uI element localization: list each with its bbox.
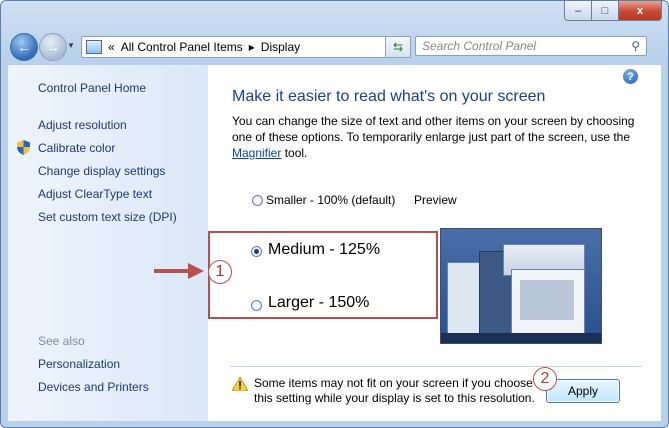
radio-medium[interactable] [251,246,262,257]
divider [230,366,642,367]
annotation-step-2: 2 [533,367,557,391]
annotation-arrow-icon [154,263,204,279]
preview-taskbar [441,333,601,343]
sidebar-item-change-display-settings[interactable]: Change display settings [38,164,165,178]
refresh-icon: ⇆ [392,40,404,54]
preview-image [440,228,602,344]
main-content: ? Make it easier to read what's on your … [208,65,653,421]
search-icon[interactable]: ⚲ [631,39,640,53]
help-icon[interactable]: ? [623,69,638,84]
preview-window [511,269,585,336]
see-also-label: See also [38,334,85,348]
page-title: Make it easier to read what's on your sc… [232,88,546,105]
description-text-end: tool. [281,146,308,160]
forward-button[interactable]: → [39,33,67,61]
address-bar[interactable]: « All Control Panel Items ▸ Display ▼ [81,36,409,58]
address-prefix[interactable]: « [108,40,115,54]
description-text: You can change the size of text and othe… [232,114,635,144]
apply-button[interactable]: Apply [546,379,620,403]
sidebar-item-calibrate-color[interactable]: Calibrate color [38,141,115,155]
title-bar: – □ x [1,1,668,31]
breadcrumb-display[interactable]: Display [261,40,300,54]
warning-icon [232,377,248,391]
recent-pages-dropdown-icon[interactable]: ▼ [67,41,75,50]
sidebar-item-custom-text-size[interactable]: Set custom text size (DPI) [38,210,177,224]
minimize-button[interactable]: – [564,1,592,21]
radio-larger[interactable] [251,300,262,311]
close-button[interactable]: x [619,1,662,21]
sidebar-item-devices-printers[interactable]: Devices and Printers [38,380,149,394]
search-input[interactable]: Search Control Panel ⚲ [415,36,647,56]
breadcrumb-separator[interactable]: ▸ [249,40,255,54]
option-label-larger[interactable]: Larger - 150% [268,294,369,312]
annotation-step-1: 1 [208,260,232,284]
sidebar: Control Panel Home Adjust resolution Cal… [8,65,208,421]
window-controls: – □ x [564,1,662,21]
breadcrumb-all-items[interactable]: All Control Panel Items [121,40,243,54]
magnifier-link[interactable]: Magnifier [232,146,281,160]
radio-smaller[interactable] [252,195,263,206]
navigation-bar: ← → ▼ « All Control Panel Items ▸ Displa… [1,31,668,65]
sidebar-item-adjust-resolution[interactable]: Adjust resolution [38,118,127,132]
uac-shield-icon [17,140,30,155]
back-button[interactable]: ← [10,33,38,61]
refresh-button[interactable]: ⇆ [385,36,411,58]
option-label-smaller[interactable]: Smaller - 100% (default) [266,193,395,207]
search-placeholder: Search Control Panel [422,39,537,53]
maximize-button[interactable]: □ [592,1,619,21]
scrollbar[interactable] [653,65,661,421]
option-label-medium[interactable]: Medium - 125% [268,241,380,259]
warning-text: Some items may not fit on your screen if… [254,376,535,405]
display-window: – □ x ← → ▼ « All Control Panel Items ▸ … [0,0,669,428]
sidebar-item-personalization[interactable]: Personalization [38,357,120,371]
sidebar-item-adjust-cleartype[interactable]: Adjust ClearType text [38,187,152,201]
preview-label: Preview [414,193,457,207]
control-panel-icon [86,40,102,54]
page-description: You can change the size of text and othe… [232,113,637,161]
sidebar-item-home[interactable]: Control Panel Home [38,81,146,95]
